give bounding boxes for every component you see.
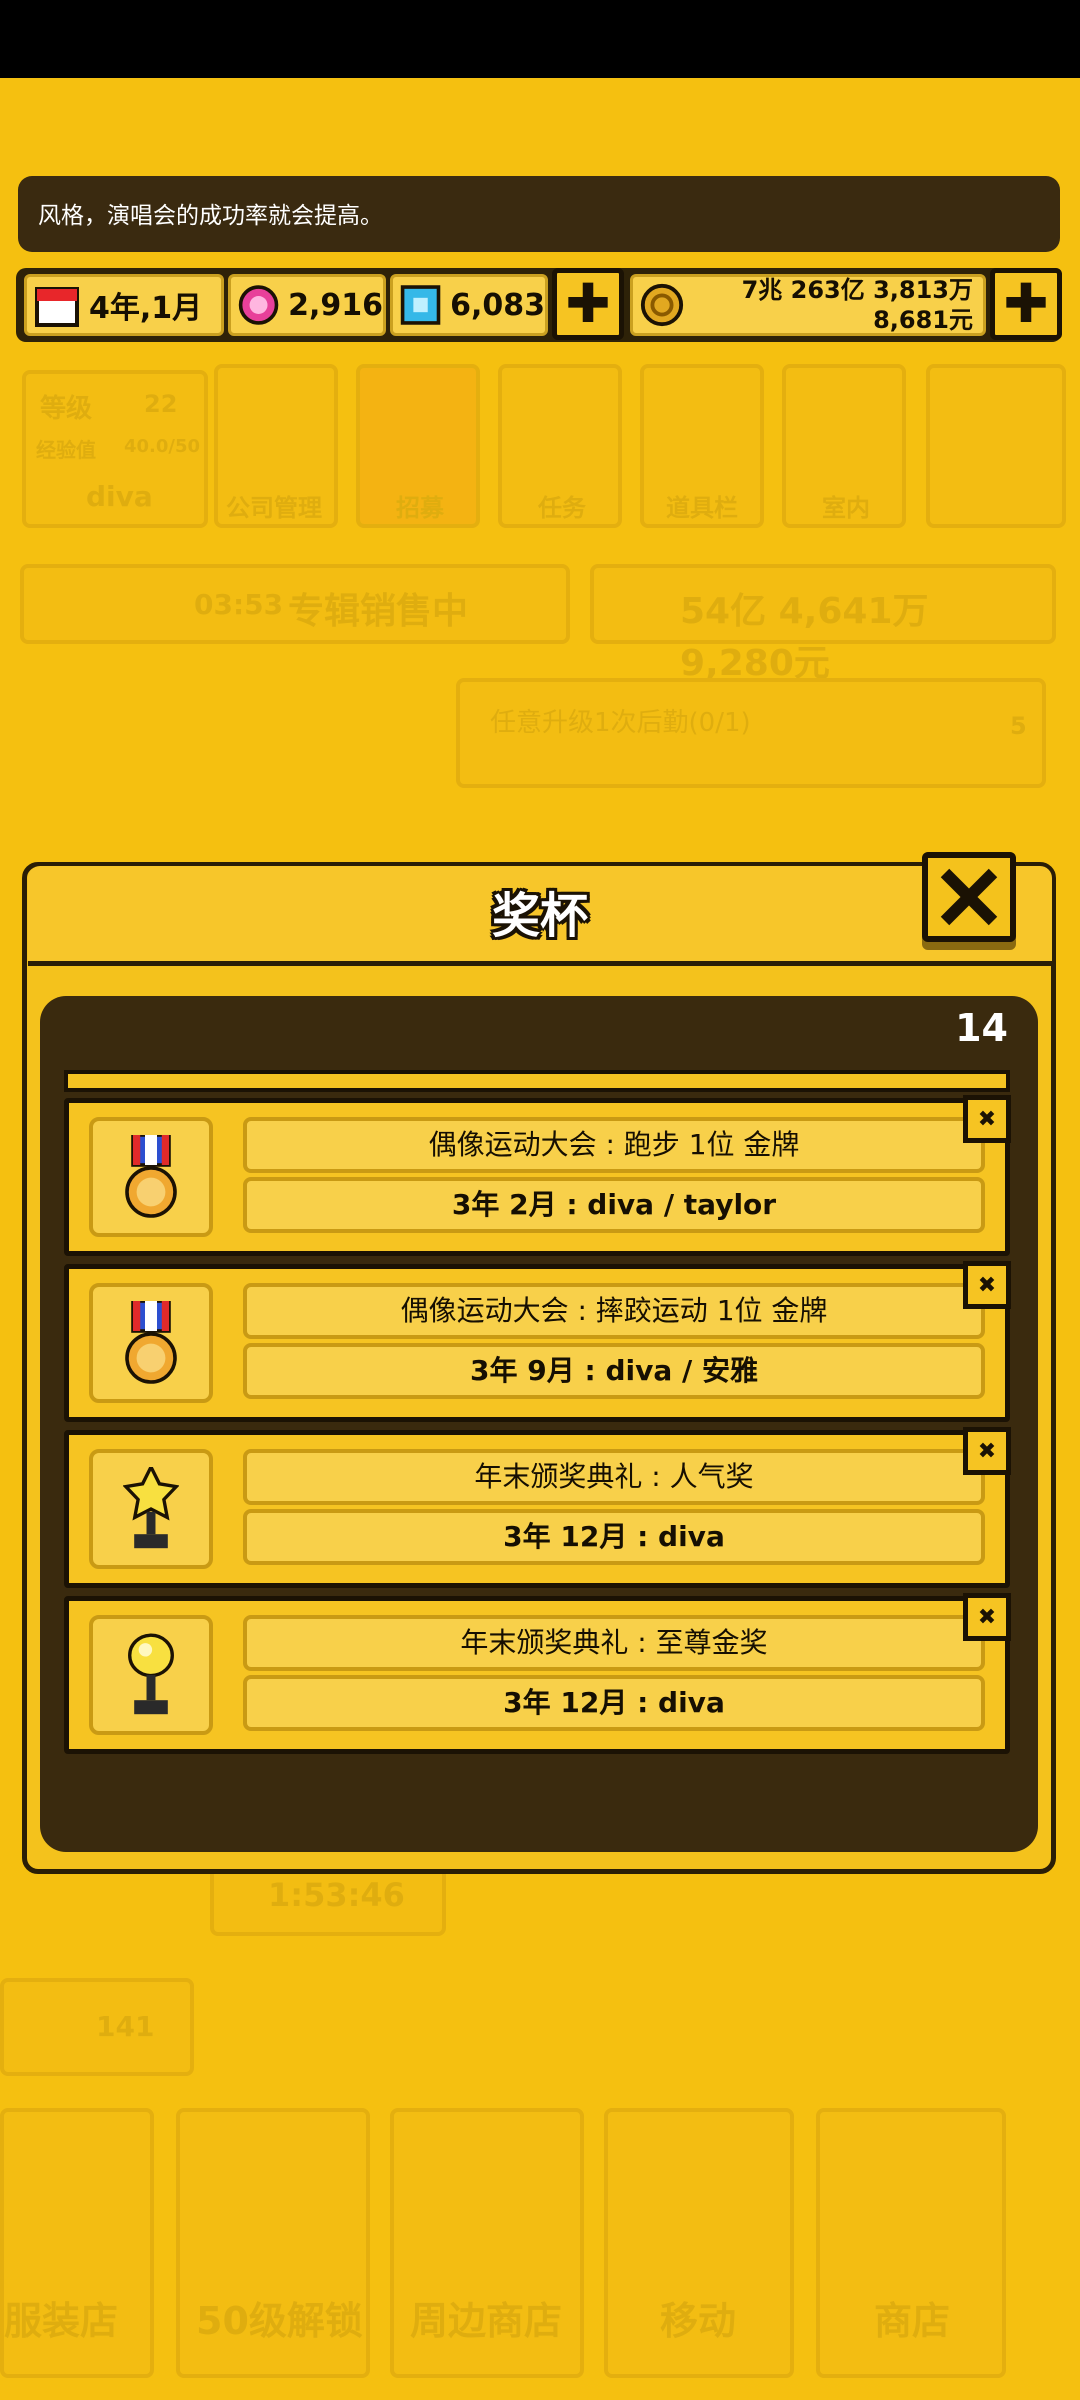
nav-locked-label: 50级解锁 bbox=[196, 2299, 363, 2343]
menu-company-label: 公司管理 bbox=[226, 494, 322, 522]
expand-icon[interactable]: ✖ bbox=[963, 1095, 1011, 1143]
expand-icon[interactable]: ✖ bbox=[963, 1593, 1011, 1641]
tip-text: 风格，演唱会的成功率就会提高。 bbox=[38, 203, 383, 229]
trophy-name: 偶像运动大会 : 跑步 1位 金牌 bbox=[243, 1117, 985, 1173]
album-status: 专辑销售中 bbox=[288, 591, 469, 632]
menu-tasks[interactable]: 任务 bbox=[498, 364, 622, 528]
pink-gem-icon bbox=[238, 285, 279, 325]
quest-panel[interactable]: 任意升级1次后勤(0/1) 5 bbox=[456, 678, 1046, 788]
nav-shop-label: 商店 bbox=[874, 2299, 951, 2343]
menu-interior-label: 室内 bbox=[822, 494, 870, 522]
nav-locked[interactable]: 50级解锁 bbox=[176, 2108, 370, 2378]
dialog-title: 奖杯 bbox=[491, 888, 588, 944]
album-sales-bar: 03:53 专辑销售中 bbox=[20, 564, 570, 644]
nav-merch-shop-label: 周边商店 bbox=[410, 2299, 563, 2343]
quest-reward: 5 bbox=[1010, 712, 1027, 740]
level-label: 等级 bbox=[40, 394, 93, 424]
trophy-name: 年末颁奖典礼 : 人气奖 bbox=[243, 1449, 985, 1505]
album-revenue: 54亿 4,641万 9,280元 bbox=[590, 564, 1056, 684]
star-count: 141 bbox=[96, 2010, 155, 2043]
trophy-count: 14 bbox=[955, 1006, 1008, 1050]
nav-shop[interactable]: 商店 bbox=[816, 2108, 1006, 2378]
blue-gem-count: 6,083 bbox=[450, 287, 545, 323]
gold-trophy-icon bbox=[128, 1633, 174, 1715]
money-display: 7兆 263亿 3,813万 8,681元 bbox=[630, 274, 986, 336]
medal-icon bbox=[125, 1135, 177, 1218]
expand-icon[interactable]: ✖ bbox=[963, 1261, 1011, 1309]
menu-interior[interactable]: 室内 bbox=[782, 364, 906, 528]
menu-recruit[interactable]: 招募 bbox=[356, 364, 480, 528]
coin-icon bbox=[640, 283, 684, 327]
trophy-detail: 3年 12月 : diva bbox=[243, 1675, 985, 1731]
trophy-detail: 3年 9月 : diva / 安雅 bbox=[243, 1343, 985, 1399]
pink-gem-count: 2,916 bbox=[288, 287, 383, 323]
exp-value: 40.0/50 bbox=[124, 436, 201, 457]
menu-recruit-label: 招募 bbox=[396, 494, 444, 522]
trophy-row[interactable]: 偶像运动大会 : 摔跤运动 1位 金牌 3年 9月 : diva / 安雅 ✖ bbox=[64, 1261, 1011, 1422]
expand-icon[interactable]: ✖ bbox=[963, 1427, 1011, 1475]
blue-gem-display: 6,083 bbox=[390, 274, 548, 336]
album-revenue-value: 54亿 4,641万 9,280元 bbox=[680, 591, 929, 684]
star-count-panel[interactable]: 141 bbox=[0, 1978, 194, 2076]
add-money-button[interactable]: ✚ bbox=[990, 268, 1062, 340]
dialog-titlebar: 奖杯 bbox=[28, 866, 1052, 966]
blue-gem-icon bbox=[400, 285, 441, 325]
player-name: diva bbox=[86, 480, 153, 513]
trophy-icon-box bbox=[89, 1449, 213, 1569]
status-bar bbox=[0, 0, 1080, 78]
nav-merch-shop[interactable]: 周边商店 bbox=[390, 2108, 584, 2378]
trophy-icon-box bbox=[89, 1117, 213, 1237]
tip-banner: 风格，演唱会的成功率就会提高。 bbox=[18, 176, 1060, 252]
close-button[interactable] bbox=[922, 852, 1016, 942]
trophy-icon-box bbox=[89, 1615, 213, 1735]
star-trophy-icon bbox=[123, 1467, 179, 1549]
menu-tasks-label: 任务 bbox=[538, 494, 586, 522]
menu-inventory-label: 道具栏 bbox=[666, 494, 738, 522]
resource-bar: 4年,1月 2,916 6,083 ✚ 7兆 263亿 3,813万 8,681… bbox=[16, 268, 1062, 342]
trophy-detail: 3年 12月 : diva bbox=[243, 1509, 985, 1565]
trophy-list[interactable]: 偶像运动大会 : 跑步 1位 金牌 3年 2月 : diva / taylor … bbox=[64, 1066, 1011, 1766]
add-gems-button[interactable]: ✚ bbox=[552, 268, 624, 340]
countdown-text: 1:53:46 bbox=[268, 1876, 405, 1914]
trophy-row[interactable]: 年末颁奖典礼 : 至尊金奖 3年 12月 : diva ✖ bbox=[64, 1593, 1011, 1754]
trophy-name: 偶像运动大会 : 摔跤运动 1位 金牌 bbox=[243, 1283, 985, 1339]
nav-move[interactable]: 移动 bbox=[604, 2108, 794, 2378]
level-value: 22 bbox=[144, 390, 178, 418]
date-display: 4年,1月 bbox=[24, 274, 224, 336]
exp-label: 经验值 bbox=[36, 438, 96, 462]
menu-company[interactable]: 公司管理 bbox=[214, 364, 338, 528]
trophy-icon-box bbox=[89, 1283, 213, 1403]
trophy-row[interactable]: 年末颁奖典礼 : 人气奖 3年 12月 : diva ✖ bbox=[64, 1427, 1011, 1588]
player-level-panel: 等级 22 经验值 40.0/50 diva bbox=[22, 370, 208, 528]
pink-gem-display: 2,916 bbox=[228, 274, 386, 336]
money-line-2: 8,681元 bbox=[873, 306, 973, 334]
calendar-icon bbox=[35, 287, 79, 327]
trophy-row[interactable]: 偶像运动大会 : 跑步 1位 金牌 3年 2月 : diva / taylor … bbox=[64, 1095, 1011, 1256]
date-text: 4年,1月 bbox=[89, 291, 203, 326]
money-line-1: 7兆 263亿 3,813万 bbox=[741, 276, 973, 304]
album-timer: 03:53 bbox=[194, 588, 284, 621]
medal-icon bbox=[125, 1301, 177, 1384]
trophy-detail: 3年 2月 : diva / taylor bbox=[243, 1177, 985, 1233]
mail-tile[interactable] bbox=[926, 364, 1066, 528]
menu-inventory[interactable]: 道具栏 bbox=[640, 364, 764, 528]
quest-text: 任意升级1次后勤(0/1) bbox=[490, 708, 751, 738]
nav-costume-shop[interactable]: 服装店 bbox=[0, 2108, 154, 2378]
close-x-icon bbox=[940, 868, 998, 926]
nav-costume-shop-label: 服装店 bbox=[4, 2299, 119, 2343]
trophy-name: 年末颁奖典礼 : 至尊金奖 bbox=[243, 1615, 985, 1671]
nav-move-label: 移动 bbox=[660, 2299, 737, 2343]
